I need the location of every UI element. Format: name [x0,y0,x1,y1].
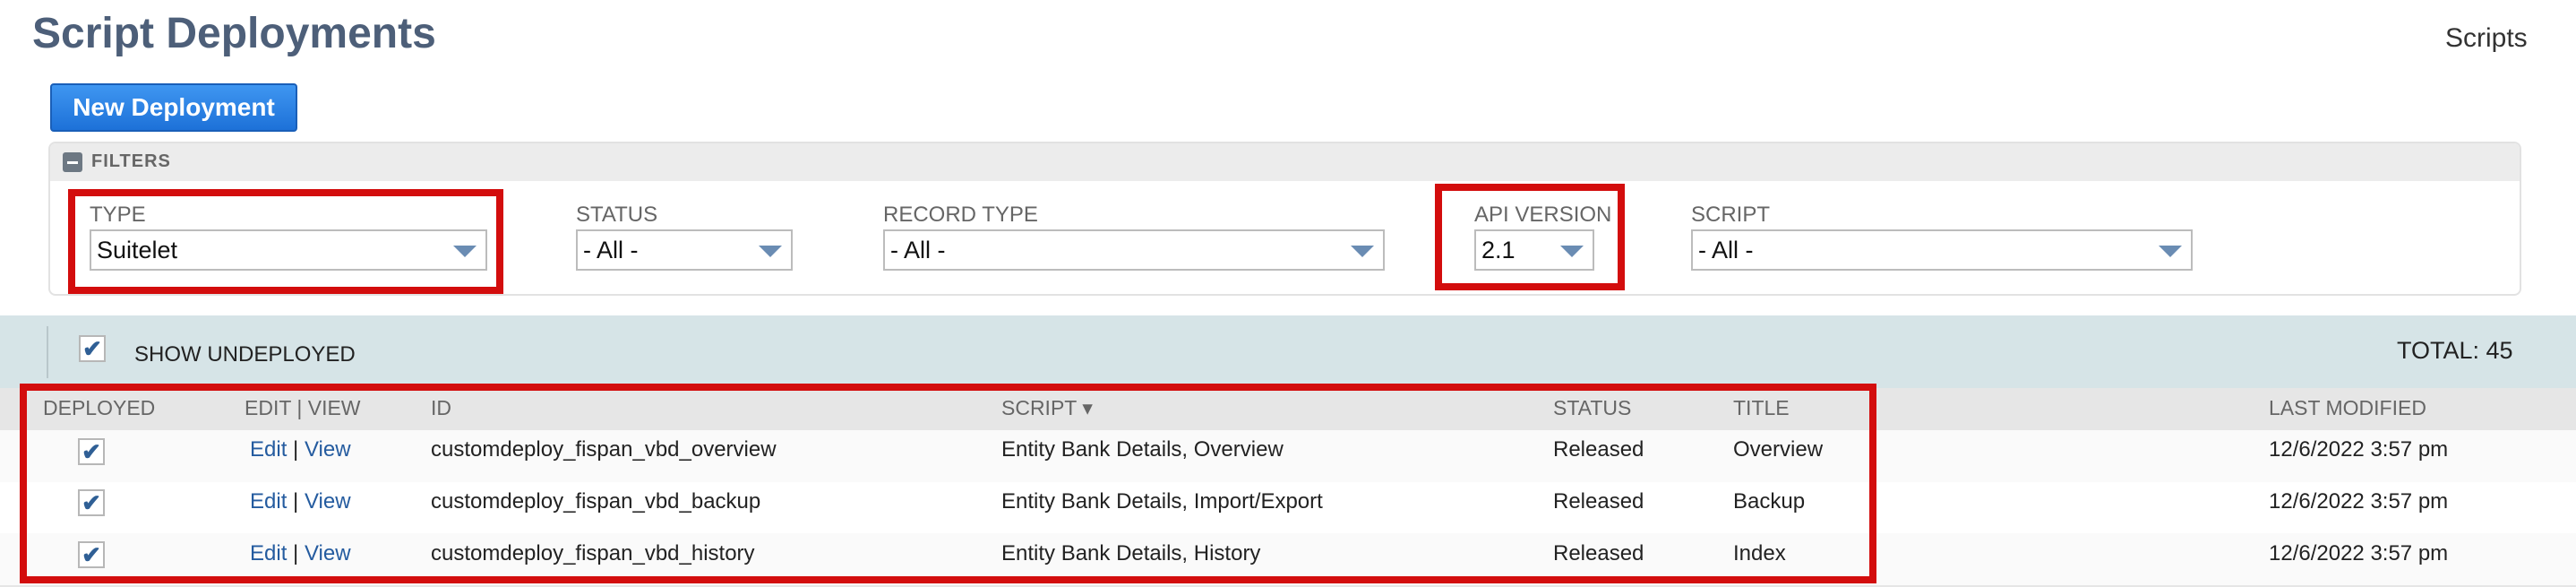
new-deployment-button[interactable]: New Deployment [50,83,297,132]
script-filter-label: SCRIPT [1691,203,1771,227]
chevron-down-icon [759,246,782,257]
scripts-link[interactable]: Scripts [2445,23,2528,54]
total-count: TOTAL: 45 [2397,337,2513,364]
show-undeployed-label: SHOW UNDEPLOYED [134,342,356,367]
show-undeployed-checkbox[interactable]: ✔ [79,335,106,362]
checkmark-icon: ✔ [82,335,102,362]
chevron-down-icon [1351,246,1374,257]
table-highlight-box [20,384,1876,583]
record-type-filter-select[interactable]: - All - [883,229,1385,271]
chevron-down-icon [2159,246,2182,257]
list-options-band [0,315,2576,388]
last-modified: 12/6/2022 3:57 pm [2269,489,2449,514]
type-highlight-box [68,189,503,294]
record-type-filter-value: - All - [890,236,946,263]
record-type-filter-label: RECORD TYPE [883,203,1038,227]
page-title: Script Deployments [32,10,436,57]
script-filter-value: - All - [1698,236,1754,263]
filters-label: FILTERS [91,151,171,171]
status-filter-label: STATUS [576,203,658,227]
api-version-highlight-box [1435,184,1625,290]
filters-header[interactable] [50,143,2520,181]
script-filter-select[interactable]: - All - [1691,229,2193,271]
status-filter-value: - All - [583,236,639,263]
column-header-last-modified[interactable]: LAST MODIFIED [2269,396,2426,420]
last-modified: 12/6/2022 3:57 pm [2269,437,2449,462]
collapse-icon[interactable] [63,152,82,172]
last-modified: 12/6/2022 3:57 pm [2269,541,2449,565]
band-divider [47,326,48,378]
status-filter-select[interactable]: - All - [576,229,793,271]
